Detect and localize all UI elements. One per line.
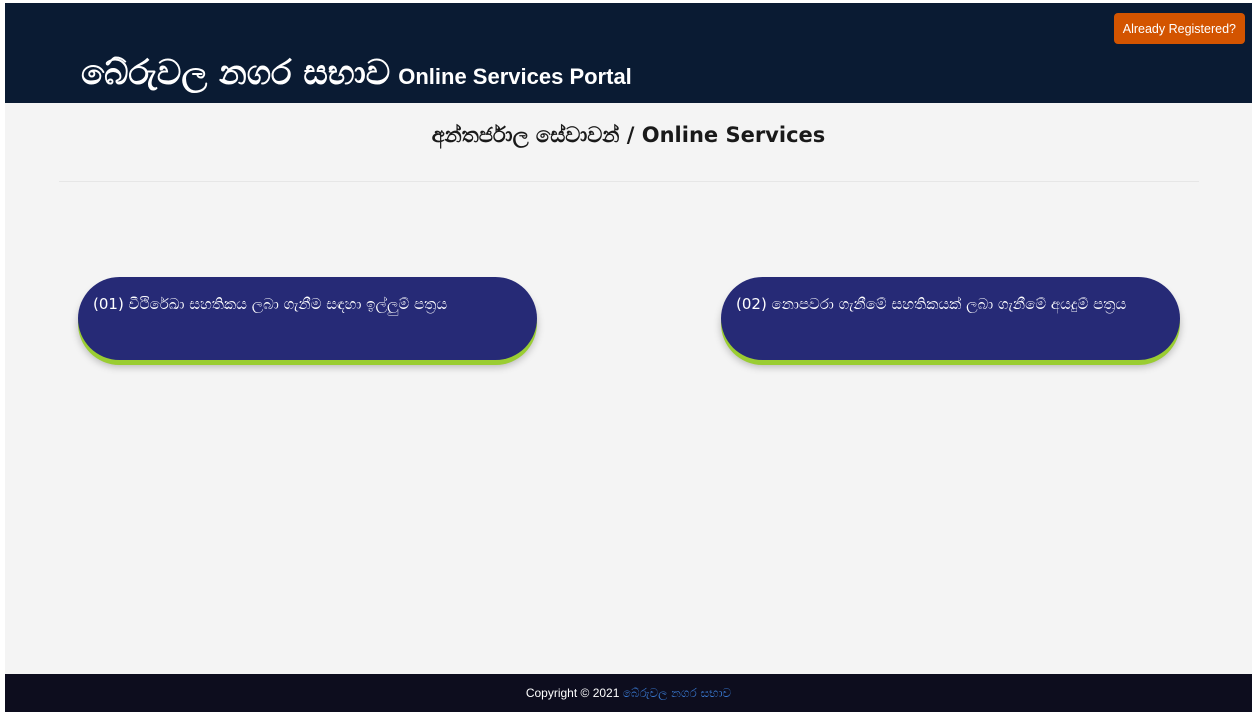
service-card-01[interactable]: (01) වීථිරේඛා සහතිකය ලබා ගැනීම සඳහා ඉල්ල… [78, 277, 537, 360]
site-title: බේරුවල නගර සභාව Online Services Portal [81, 53, 632, 93]
divider [59, 181, 1199, 182]
site-title-english: Online Services Portal [398, 64, 632, 89]
footer-council-link[interactable]: බේරුවල නගර සභාව [623, 686, 731, 700]
page: බේරුවල නගර සභාව Online Services Portal Al… [5, 3, 1252, 712]
site-title-sinhala: බේරුවල නගර සභාව [81, 53, 391, 93]
copyright-text: Copyright © 2021 [525, 686, 620, 700]
service-card-02[interactable]: (02) නොපවරා ගැනීමේ සහතිකයක් ලබා ගැනීමේ අ… [721, 277, 1180, 360]
site-footer: Copyright © 2021 බේරුවල නගර සභාව [5, 674, 1252, 712]
site-header: බේරුවල නගර සභාව Online Services Portal Al… [5, 3, 1252, 103]
section-title: අන්තර්ජාල සේවාවන් / Online Services [431, 123, 826, 147]
already-registered-button[interactable]: Already Registered? [1113, 13, 1245, 44]
